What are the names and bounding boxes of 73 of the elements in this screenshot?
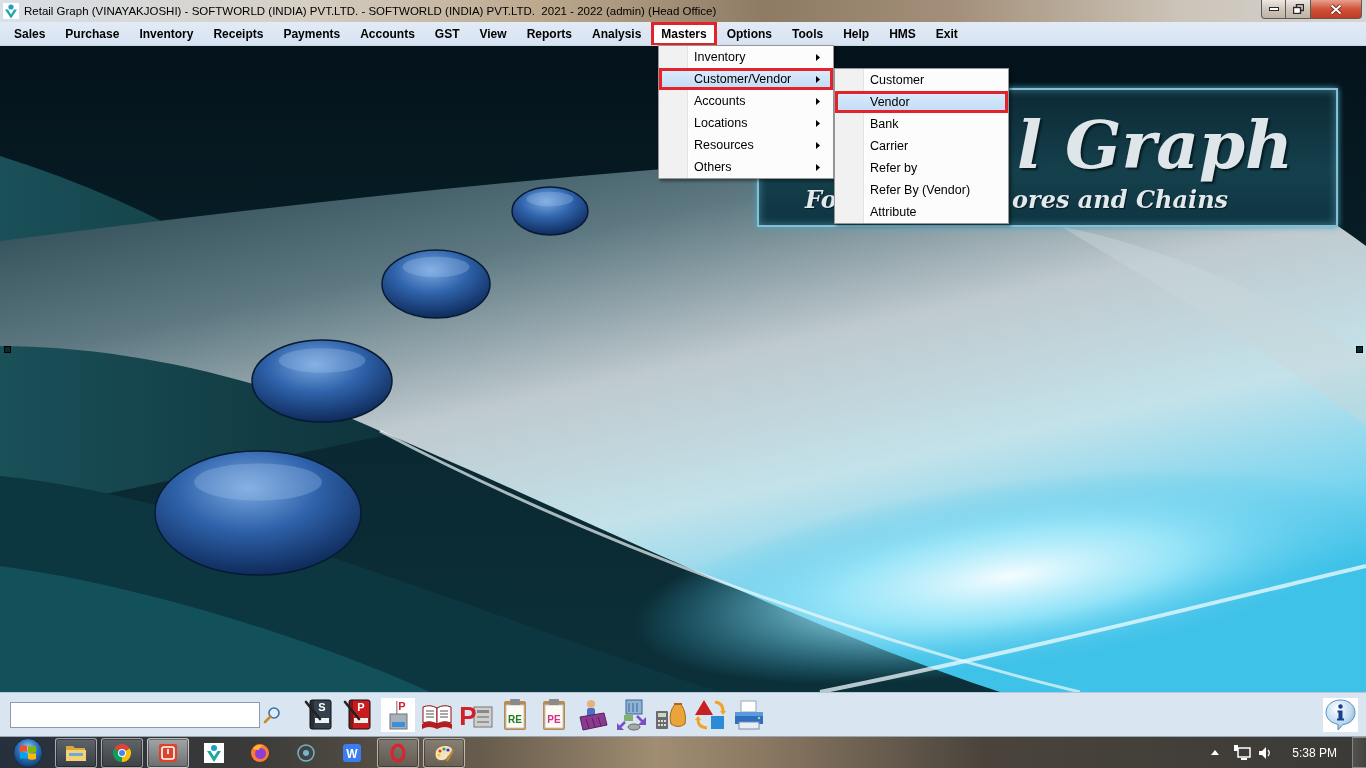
menu-item[interactable]: Others (659, 156, 833, 178)
menu-item[interactable]: Masters (651, 22, 717, 45)
menu-item[interactable]: Help (833, 22, 880, 45)
menu-item[interactable]: Accounts (659, 90, 833, 112)
minimize-button[interactable] (1261, 0, 1286, 19)
menu-item[interactable]: View (469, 22, 517, 45)
resize-handle-icon (4, 346, 11, 353)
menu-item[interactable]: Inventory (129, 22, 204, 45)
palette-icon (433, 742, 455, 763)
menu-item[interactable]: Bank (835, 113, 1008, 135)
menu-item[interactable]: HMS (879, 22, 926, 45)
power-tile-icon (157, 742, 179, 763)
menu-item[interactable]: Exit (925, 22, 968, 45)
letter-tile-icon: W (341, 742, 363, 763)
submenu-arrow-icon (816, 163, 820, 171)
submenu-arrow-icon (816, 75, 820, 83)
menu-item[interactable]: Analysis (582, 22, 652, 45)
taskbar-button[interactable]: W (331, 737, 373, 768)
menu-item[interactable]: Refer By (Vendor) (835, 179, 1008, 201)
menu-item[interactable]: Accounts (350, 22, 425, 45)
close-button[interactable] (1311, 0, 1362, 19)
menu-item[interactable]: Customer (835, 69, 1008, 91)
menu-item[interactable]: Customer/Vendor (659, 68, 833, 90)
caret-icon[interactable] (1211, 750, 1220, 755)
ballot-box-icon[interactable]: P (381, 697, 415, 732)
logo-tagline: Fo (805, 188, 837, 212)
submenu-arrow-icon (816, 97, 820, 105)
target-ring-icon (295, 742, 317, 763)
restore-button[interactable] (1286, 0, 1311, 19)
menu-item[interactable]: Locations (659, 112, 833, 134)
search-field[interactable] (10, 701, 260, 728)
menu-item[interactable]: Refer by (835, 157, 1008, 179)
menu-item[interactable]: Sales (4, 22, 56, 45)
segmented-circle-icon (111, 742, 133, 763)
printer-icon[interactable] (732, 697, 766, 732)
worker-crate-icon[interactable] (576, 697, 610, 732)
show-desktop-button[interactable] (1352, 737, 1366, 768)
menu-item[interactable]: Purchase (55, 22, 130, 45)
menu-item[interactable]: Reports (516, 22, 582, 45)
menu-item[interactable]: Options (716, 22, 783, 45)
start-button[interactable] (11, 737, 45, 768)
minimize-icon (1268, 7, 1279, 11)
menu-item[interactable]: GST (424, 22, 470, 45)
menu-item[interactable]: Vendor (835, 91, 1008, 113)
submenu-arrow-icon (816, 119, 820, 127)
info-icon[interactable] (1323, 697, 1358, 732)
taskbar-button[interactable] (147, 737, 189, 768)
network-icon[interactable] (1233, 744, 1252, 761)
speaker-icon[interactable] (1258, 745, 1273, 760)
clock[interactable]: 5:38 PM (1292, 745, 1337, 760)
person-figure-icon (203, 742, 225, 763)
menu-item[interactable]: Attribute (835, 201, 1008, 223)
taskbar-button[interactable] (55, 737, 97, 768)
window-title: Retail Graph (VINAYAKJOSHI) - SOFTWORLD (INDIA) PVT.LTD. - SOFTWORLD (INDIA) PVT.LTD. 2021 - 2022 (admin) (Head Office) (24, 5, 717, 17)
resize-handle-icon (1356, 346, 1363, 353)
menu-item[interactable]: Payments (273, 22, 351, 45)
menu-item[interactable]: Carrier (835, 135, 1008, 157)
taskbar-button[interactable] (377, 737, 419, 768)
flame-globe-icon (249, 742, 271, 763)
search-icon[interactable] (263, 705, 281, 724)
menu-item[interactable]: Resources (659, 134, 833, 156)
taskbar-button[interactable] (101, 737, 143, 768)
menu-item[interactable]: Tools (782, 22, 834, 45)
taskbar-button[interactable] (423, 737, 465, 768)
menu-item[interactable]: Inventory (659, 46, 833, 68)
submenu-arrow-icon (816, 53, 820, 61)
menu-item[interactable]: Receipts (203, 22, 274, 45)
restore-icon (1292, 4, 1304, 14)
building-arrows-icon[interactable] (615, 697, 649, 732)
close-icon (1330, 3, 1342, 15)
logo-tagline: ores and Chains (1012, 188, 1229, 212)
app-logo-icon (3, 3, 19, 19)
submenu-arrow-icon (816, 141, 820, 149)
